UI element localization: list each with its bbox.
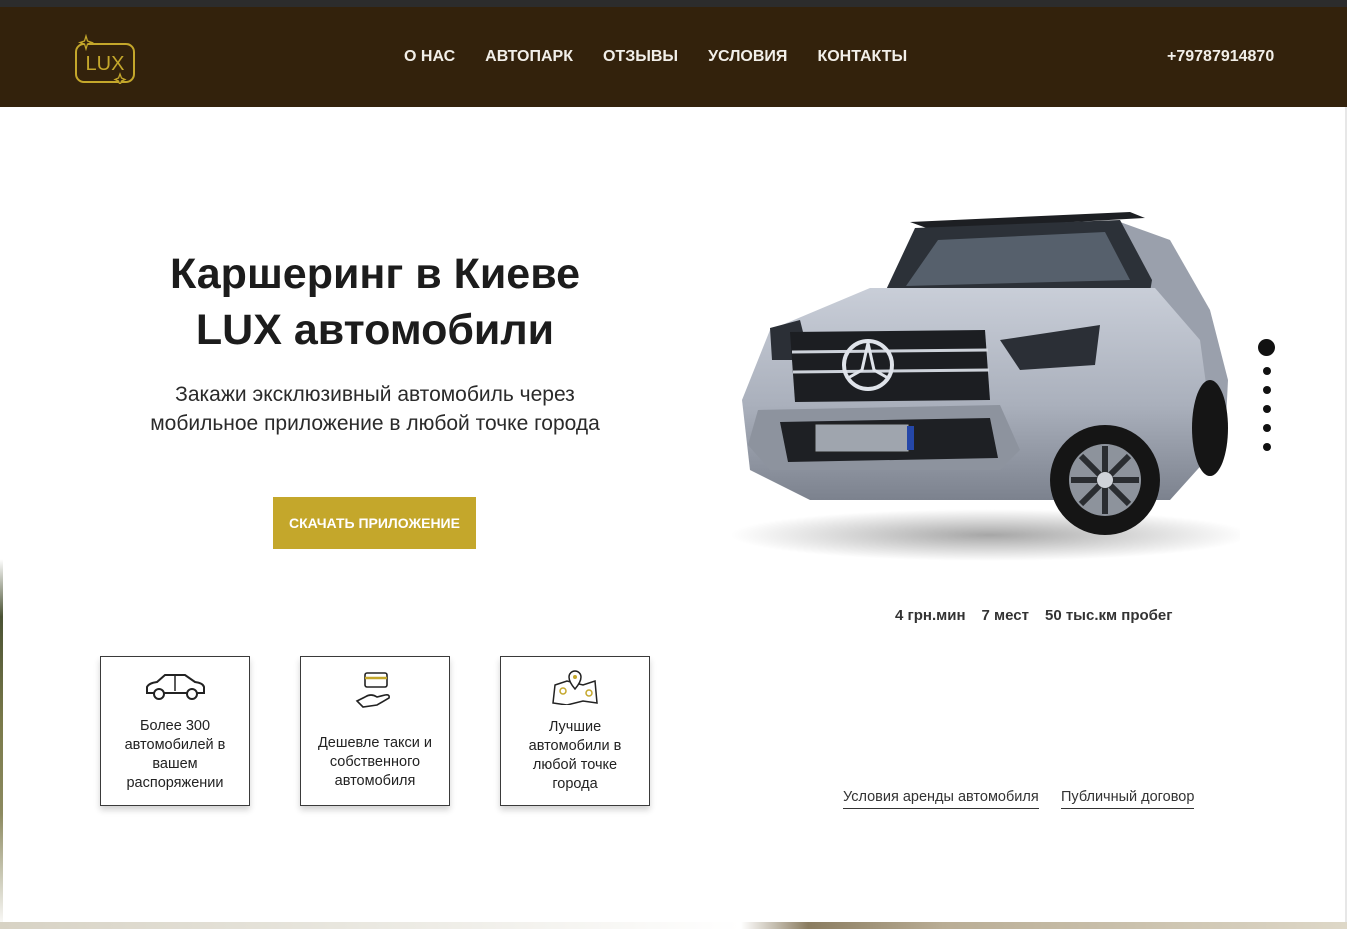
hero-title: Каршеринг в Киеве LUX автомобили [90, 246, 660, 358]
car-image [700, 200, 1250, 570]
hero-title-line1: Каршеринг в Киеве [170, 250, 580, 298]
phone-link[interactable]: +79787914870 [1167, 45, 1274, 69]
car-icon [101, 671, 249, 701]
rental-terms-link[interactable]: Условия аренды автомобиля [843, 787, 1039, 809]
spec-mileage: 50 тыс.км пробег [1044, 607, 1173, 624]
background-edge-bottom [0, 922, 1347, 929]
lux-logo[interactable]: LUX [72, 33, 138, 87]
feature-text-price: Дешевле такси и собственного автомобиля [317, 735, 433, 789]
slider-dot-2[interactable] [1263, 367, 1271, 375]
browser-top-strip [0, 0, 1347, 7]
download-app-button[interactable]: Скачать приложение [273, 497, 476, 549]
feature-card-location: Лучшие автомобили в любой точке города [500, 656, 650, 806]
slider-dot-4[interactable] [1263, 405, 1271, 413]
spec-seats: 7 мест [981, 607, 1029, 624]
spec-price: 4 грн.мин [895, 607, 966, 624]
nav-fleet[interactable]: АВТОПАРК [485, 45, 573, 69]
nav-contacts[interactable]: КОНТАКТЫ [817, 45, 907, 69]
nav-reviews[interactable]: ОТЗЫВЫ [603, 45, 678, 69]
car-specs: 4 грн.мин 7 мест 50 тыс.км пробег [895, 606, 1189, 626]
slider-dot-1-active[interactable] [1258, 339, 1275, 356]
slider-dot-5[interactable] [1263, 424, 1271, 432]
background-edge-left [0, 107, 3, 929]
lux-logo-icon: LUX [75, 33, 135, 87]
main-nav: О НАС АВТОПАРК ОТЗЫВЫ УСЛОВИЯ КОНТАКТЫ [404, 45, 937, 69]
hero-subtitle-line1: Закажи эксклюзивный автомобиль через [175, 383, 575, 406]
card-in-hand-icon [301, 671, 449, 711]
hero-subtitle-line2: мобильное приложение в любой точке город… [150, 412, 600, 435]
slider-dot-6[interactable] [1263, 443, 1271, 451]
hero-title-line2: LUX автомобили [195, 306, 555, 354]
feature-card-price: Дешевле такси и собственного автомобиля [300, 656, 450, 806]
public-contract-link[interactable]: Публичный договор [1061, 787, 1195, 809]
slider-dot-3[interactable] [1263, 386, 1271, 394]
feature-text-cars: Более 300 автомобилей в вашем распоряжен… [124, 718, 226, 791]
svg-text:LUX: LUX [86, 53, 125, 75]
feature-card-cars: Более 300 автомобилей в вашем распоряжен… [100, 656, 250, 806]
hero-subtitle: Закажи эксклюзивный автомобиль через моб… [90, 380, 660, 438]
suv-car-illustration [730, 212, 1250, 561]
map-pin-icon [501, 669, 649, 705]
nav-terms[interactable]: УСЛОВИЯ [708, 45, 787, 69]
feature-text-location: Лучшие автомобили в любой точке города [528, 719, 622, 792]
nav-about[interactable]: О НАС [404, 45, 455, 69]
site-header: LUX О НАС АВТОПАРК ОТЗЫВЫ УСЛОВИЯ КОНТАК… [0, 7, 1347, 107]
